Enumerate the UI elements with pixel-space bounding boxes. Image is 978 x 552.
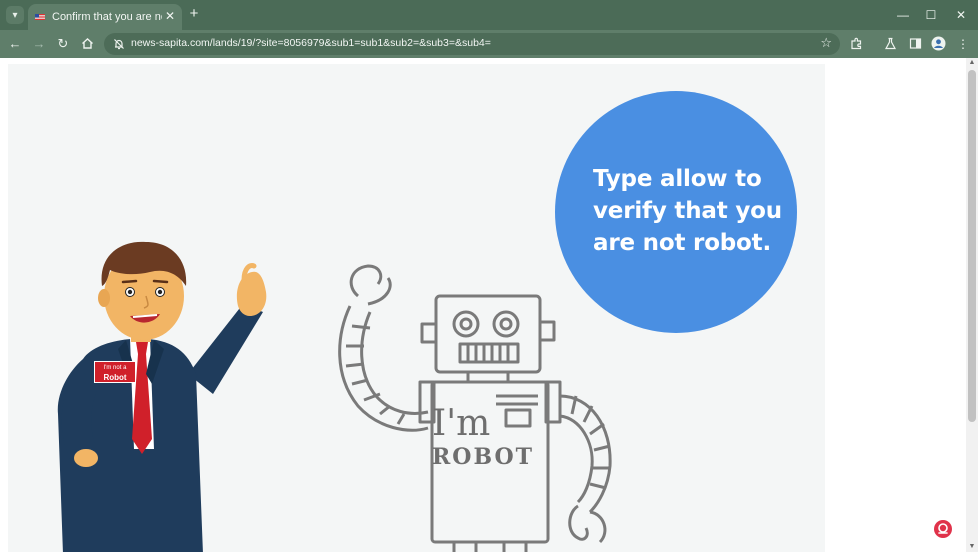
plus-icon: + (189, 5, 199, 22)
back-button[interactable]: ← (5, 34, 25, 54)
badge-line-1: I'm not a (103, 365, 127, 371)
forward-button[interactable]: → (29, 34, 49, 54)
page-viewport: I'm not a Robot I'm ROBOT Type allow to … (0, 58, 966, 552)
not-a-robot-badge: I'm not a Robot (94, 361, 136, 383)
tab-title: Confirm that you are not a robot (52, 11, 162, 23)
kebab-menu-icon: ⋮ (957, 37, 969, 51)
maximize-button[interactable]: ☐ (920, 6, 942, 24)
new-tab-button[interactable]: + (186, 6, 202, 22)
arrow-left-icon: ← (8, 36, 22, 51)
scroll-up-arrow-icon[interactable]: ▲ (966, 58, 978, 68)
instruction-bubble: Type allow to verify that you are not ro… (555, 91, 797, 333)
profile-button[interactable] (928, 34, 948, 54)
avatar-icon (931, 36, 945, 51)
tab-search-button[interactable]: ▾ (6, 6, 24, 24)
close-tab-icon[interactable]: ✕ (165, 9, 175, 23)
menu-button[interactable]: ⋮ (953, 34, 973, 54)
businessman-illustration (57, 241, 267, 552)
labs-button[interactable] (880, 34, 900, 54)
tab-strip: ▾ Confirm that you are not a robot ✕ + —… (0, 0, 978, 30)
robot-body-text: I'm ROBOT (432, 403, 542, 471)
close-window-button[interactable]: ✕ (950, 6, 972, 24)
scroll-down-arrow-icon[interactable]: ▼ (966, 542, 978, 552)
hero-banner[interactable]: I'm not a Robot I'm ROBOT Type allow to … (8, 64, 825, 552)
chevron-down-icon: ▾ (12, 9, 18, 21)
badge-line-2: Robot (103, 373, 127, 382)
puzzle-icon (850, 37, 861, 50)
home-button[interactable] (77, 34, 97, 54)
chat-widget-icon (938, 523, 948, 534)
maximize-icon: ☐ (925, 8, 937, 22)
reload-icon: ↻ (57, 36, 69, 51)
scrollbar-thumb[interactable] (968, 70, 976, 422)
active-tab[interactable]: Confirm that you are not a robot ✕ (28, 4, 182, 30)
robot-text-line-2: ROBOT (432, 444, 534, 470)
minimize-icon: — (897, 8, 909, 22)
robot-text-line-1: I'm (432, 403, 491, 444)
close-icon: ✕ (955, 8, 967, 22)
instruction-text: Type allow to verify that you are not ro… (593, 166, 782, 256)
reload-button[interactable]: ↻ (53, 34, 73, 54)
bookmark-star-icon[interactable]: ☆ (820, 35, 832, 51)
address-bar[interactable]: news-sapita.com/lands/19/?site=8056979&s… (104, 33, 840, 55)
side-panel-icon (909, 38, 921, 49)
minimize-button[interactable]: — (892, 6, 914, 24)
extensions-button[interactable] (846, 34, 866, 54)
floating-widget-button[interactable] (934, 520, 952, 538)
page-scrollbar[interactable]: ▲ ▼ (966, 58, 978, 552)
notifications-blocked-icon[interactable] (112, 37, 126, 51)
home-icon (81, 38, 93, 49)
arrow-right-icon: → (32, 36, 46, 51)
browser-toolbar: ← → ↻ news-sapita.com/lands/19/?site=805… (0, 30, 978, 58)
flask-icon (884, 37, 896, 50)
side-panel-button[interactable] (905, 34, 925, 54)
url-text: news-sapita.com/lands/19/?site=8056979&s… (131, 37, 491, 49)
flag-icon (35, 14, 45, 20)
